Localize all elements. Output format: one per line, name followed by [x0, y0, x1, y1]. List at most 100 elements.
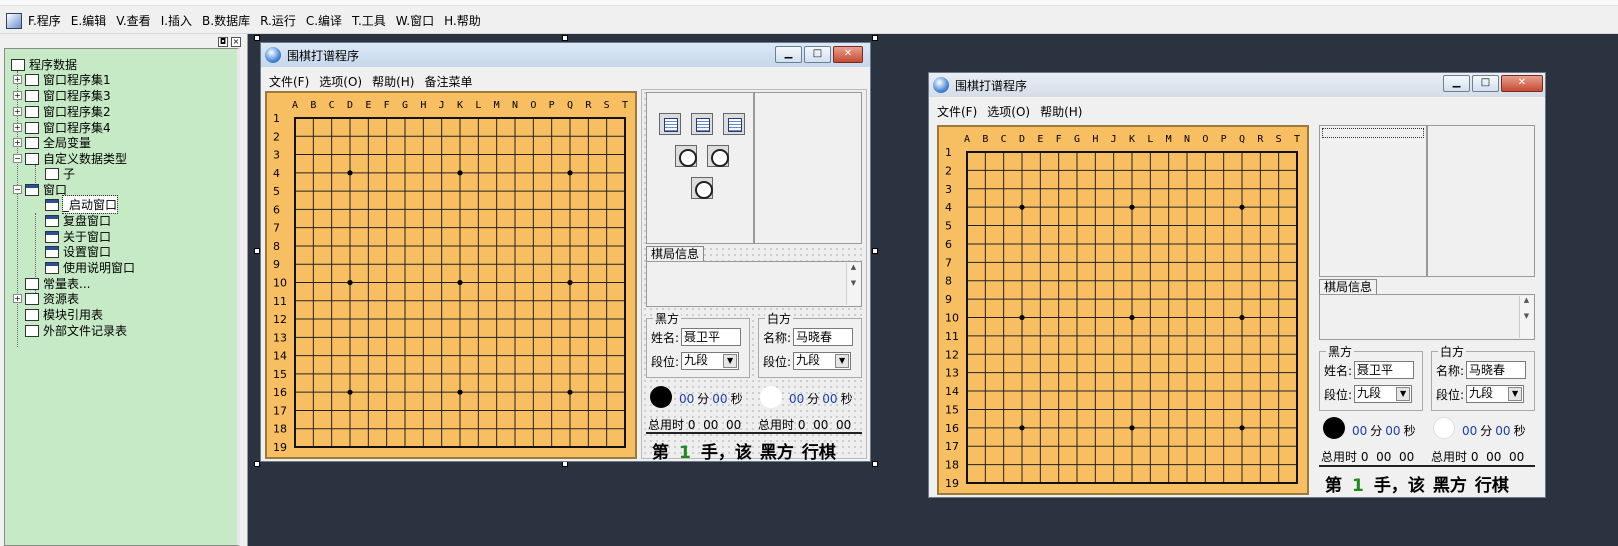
resize-handle[interactable] [872, 248, 878, 254]
black-name-input[interactable]: 聂卫平 [1354, 361, 1415, 379]
tree-item-window-set-1[interactable]: + 窗口程序集1 [13, 72, 111, 87]
expand-icon[interactable]: + [13, 75, 22, 84]
menu-file[interactable]: 文件(F) [269, 73, 309, 90]
expand-icon[interactable]: + [13, 123, 22, 132]
tree-root[interactable]: 程序数据 [11, 57, 77, 72]
game-info-textarea[interactable]: ▲ ▼ [646, 261, 862, 307]
menu-file[interactable]: 文件(F) [937, 103, 977, 120]
menu-help[interactable]: H.帮助 [444, 12, 481, 29]
collapse-icon[interactable]: − [13, 185, 22, 194]
menu-compile[interactable]: C.编译 [306, 12, 342, 29]
tree-item-about-window[interactable]: 关于窗口 [45, 229, 111, 244]
menu-database[interactable]: B.数据库 [202, 12, 250, 29]
black-sec: 00 [1385, 423, 1401, 438]
designer-window[interactable]: 围棋打谱程序 ▁ □ ✕ 文件(F) 选项(O) 帮助(H) 备注菜单 A 1 B 2… [260, 42, 871, 463]
white-name-input[interactable]: 马晓春 [793, 328, 854, 346]
calendar-icon[interactable] [723, 113, 745, 135]
tree-item-resources[interactable]: + 资源表 [13, 291, 79, 306]
col-label: M [494, 100, 500, 111]
close-button[interactable]: ✕ [1501, 75, 1543, 92]
menu-edit[interactable]: E.编辑 [71, 12, 106, 29]
tree-item-sub[interactable]: 子 [45, 166, 75, 181]
tree-item-constants[interactable]: 常量表... [25, 276, 90, 291]
white-rank-select[interactable]: 九段 ▼ [793, 352, 852, 370]
unit-min: 分 [1370, 424, 1383, 438]
panel-close-button[interactable]: × [231, 37, 241, 47]
black-group: 黑方 姓名: 聂卫平 段位: 九段 ▼ [646, 310, 750, 378]
designer-menu: 文件(F) 选项(O) 帮助(H) 备注菜单 [269, 73, 483, 90]
resize-handle[interactable] [254, 35, 260, 41]
scrollbar[interactable]: ▲ ▼ [846, 263, 860, 305]
maximize-button[interactable]: □ [1472, 75, 1499, 92]
white-timer: 00 分 00 秒 [786, 390, 853, 407]
scrollbar[interactable]: ▲ ▼ [1519, 296, 1533, 338]
maximize-button[interactable]: □ [804, 46, 831, 63]
tree-item-window-set-4[interactable]: + 窗口程序集4 [13, 120, 111, 135]
minimize-button[interactable]: ▁ [775, 46, 802, 63]
menu-window[interactable]: W.窗口 [396, 12, 434, 29]
game-info-tab[interactable]: 棋局信息 [1319, 279, 1378, 294]
star-point [567, 389, 573, 395]
tree-item-startup-window[interactable]: _启动窗口 [45, 195, 119, 214]
white-name-input[interactable]: 马晓春 [1466, 361, 1527, 379]
menu-help[interactable]: 帮助(H) [372, 73, 414, 90]
expand-icon[interactable]: + [13, 91, 22, 100]
go-board[interactable]: A 1 B 2 C 3 D 4 E 5 F 6 G 7 H 8 J 9 K 10 L 11 M 12 N 13 O 14 P 15 Q 16 R… [265, 91, 637, 459]
menu-help[interactable]: 帮助(H) [1040, 103, 1082, 120]
game-info-textarea[interactable]: ▲ ▼ [1319, 294, 1535, 340]
tree-item-external-files[interactable]: 外部文件记录表 [25, 323, 127, 338]
designer-titlebar[interactable]: 围棋打谱程序 ▁ □ ✕ [261, 43, 870, 67]
panel-float-button[interactable]: ◘ [218, 37, 228, 47]
go-board[interactable]: A 1 B 2 C 3 D 4 E 5 F 6 G 7 H 8 J 9 K 10 L 11 M 12 N 13 O 14 P 15 Q 16 R… [937, 125, 1309, 495]
clock-icon[interactable] [691, 177, 713, 199]
preview-titlebar[interactable]: 围棋打谱程序 ▁ □ ✕ [929, 73, 1545, 97]
menu-run[interactable]: R.运行 [260, 12, 296, 29]
app-icon[interactable] [6, 12, 22, 29]
row-label: 7 [945, 256, 952, 269]
clock-icon[interactable] [675, 145, 697, 167]
calendar-icon[interactable] [691, 113, 713, 135]
tree-item-label: 自定义数据类型 [43, 152, 128, 166]
focus-rect [1322, 128, 1424, 138]
window-icon [25, 183, 39, 196]
menu-insert[interactable]: I.插入 [161, 12, 192, 29]
tree-item-help-window[interactable]: 使用说明窗口 [45, 260, 135, 275]
menu-notes[interactable]: 备注菜单 [424, 73, 472, 90]
game-info-tab[interactable]: 棋局信息 [646, 246, 705, 261]
close-button[interactable]: ✕ [833, 46, 863, 63]
resize-handle[interactable] [562, 35, 568, 41]
menu-options[interactable]: 选项(O) [319, 73, 362, 90]
white-name-label: 名称: [1436, 363, 1465, 378]
resize-handle[interactable] [872, 461, 878, 467]
menu-options[interactable]: 选项(O) [987, 103, 1030, 120]
black-rank-select[interactable]: 九段 ▼ [681, 352, 740, 370]
menu-program[interactable]: F.程序 [28, 12, 61, 29]
minimize-button[interactable]: ▁ [1443, 75, 1470, 92]
white-rank-select[interactable]: 九段 ▼ [1466, 385, 1525, 403]
chevron-down-icon[interactable]: ▼ [1396, 387, 1411, 401]
tree-item-module-refs[interactable]: 模块引用表 [25, 307, 103, 322]
preview-window[interactable]: 围棋打谱程序 ▁ □ ✕ 文件(F) 选项(O) 帮助(H) A 1 B 2 C 3 D 4 E… [928, 72, 1546, 498]
clock-icon[interactable] [707, 145, 729, 167]
expand-icon[interactable]: + [13, 138, 22, 147]
tree-item-replay-window[interactable]: 复盘窗口 [45, 213, 111, 228]
menu-view[interactable]: V.查看 [116, 12, 150, 29]
collapse-icon[interactable]: − [13, 154, 22, 163]
tree-item-global-vars[interactable]: + 全局变量 [13, 135, 91, 150]
chevron-down-icon[interactable]: ▼ [835, 354, 850, 368]
black-name-input[interactable]: 聂卫平 [681, 328, 742, 346]
project-tree: 程序数据 + 窗口程序集1 + 窗口程序集3 + 窗口程序集2 + 窗口程序集4… [4, 48, 240, 546]
chevron-down-icon[interactable]: ▼ [1508, 387, 1523, 401]
calendar-icon[interactable] [659, 113, 681, 135]
tree-item-window-set-2[interactable]: + 窗口程序集2 [13, 104, 111, 119]
tree-item-window-set-3[interactable]: + 窗口程序集3 [13, 88, 111, 103]
tree-item-custom-types[interactable]: − 自定义数据类型 [13, 151, 127, 166]
tree-item-windows[interactable]: − 窗口 [13, 182, 67, 197]
tree-item-settings-window[interactable]: 设置窗口 [45, 244, 111, 259]
menu-tools[interactable]: T.工具 [352, 12, 386, 29]
expand-icon[interactable]: + [13, 294, 22, 303]
chevron-down-icon[interactable]: ▼ [723, 354, 738, 368]
expand-icon[interactable]: + [13, 107, 22, 116]
resize-handle[interactable] [872, 35, 878, 41]
black-rank-select[interactable]: 九段 ▼ [1354, 385, 1413, 403]
